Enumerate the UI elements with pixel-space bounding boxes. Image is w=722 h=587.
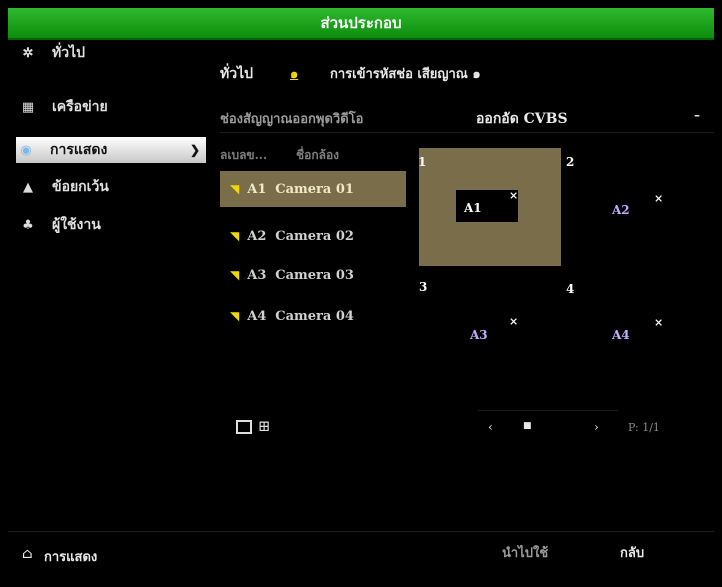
camera-row-a2[interactable]: ◥ A2 Camera 02 xyxy=(220,218,406,254)
sidebar-item-users[interactable]: ♣ ผู้ใช้งาน xyxy=(18,212,198,238)
sidebar-item-label: ผู้ใช้งาน xyxy=(52,217,101,233)
users-icon: ♣ xyxy=(22,217,34,233)
sidebar-item-label: ข้อยกเว้น xyxy=(52,179,109,195)
sidebar-item-label: ทั่วไป xyxy=(52,45,86,61)
chevron-down-icon[interactable]: – xyxy=(694,108,700,122)
remove-icon[interactable]: × xyxy=(509,315,518,328)
eye-icon: ◉ xyxy=(20,142,32,158)
slot-number: 3 xyxy=(419,280,428,294)
sidebar-item-display[interactable]: ◉ การแสดง ❯ xyxy=(16,137,212,163)
prev-page-icon[interactable]: ‹ xyxy=(488,420,493,434)
camera-row-a4[interactable]: ◥ A4 Camera 04 xyxy=(220,298,406,334)
back-button[interactable]: กลับ xyxy=(620,542,644,563)
chevron-right-icon: ❯ xyxy=(189,143,200,157)
divider xyxy=(220,132,714,133)
tab-encoding[interactable]: การเข้ารหัสช่อ เสียญาณ ๑ xyxy=(330,63,481,84)
camera-icon: ◥ xyxy=(230,229,240,243)
camera-tile-label: A2 xyxy=(612,203,630,217)
sidebar-item-label: การแสดง xyxy=(50,142,108,158)
video-output-select[interactable]: ออกอัด CVBS xyxy=(476,108,568,130)
window-title: ส่วนประกอบ xyxy=(8,8,714,40)
camera-tile-label: A1 xyxy=(464,201,482,215)
single-view-icon[interactable] xyxy=(236,420,252,434)
tab-indicator[interactable]: ๑ xyxy=(290,63,298,84)
window: ส่วนประกอบ ✲ ทั่วไป ▦ เครือข่าย ◉ การแสด… xyxy=(0,0,722,587)
tab-general[interactable]: ทั่วไป xyxy=(220,63,253,85)
camera-row-a3[interactable]: ◥ A3 Camera 03 xyxy=(220,257,406,293)
slot-number: 4 xyxy=(566,282,575,296)
sidebar-item-general[interactable]: ✲ ทั่วไป xyxy=(18,40,198,66)
quad-view-icon[interactable]: ⊞ xyxy=(258,419,271,434)
network-icon: ▦ xyxy=(21,99,35,115)
bottom-bar: ⌂ การแสดง นำไปใช้ กลับ xyxy=(8,531,714,578)
pager-divider xyxy=(478,410,618,411)
footer-location: การแสดง xyxy=(44,550,98,565)
warning-icon: ▲ xyxy=(23,179,33,195)
camera-tile-label: A4 xyxy=(612,328,630,342)
slot-number: 2 xyxy=(566,155,575,169)
sidebar-item-label: เครือข่าย xyxy=(52,99,108,115)
sidebar-item-network[interactable]: ▦ เครือข่าย xyxy=(18,94,198,120)
camera-icon: ◥ xyxy=(230,309,240,323)
camera-row-a1[interactable]: ◥ A1 Camera 01 xyxy=(220,171,406,207)
gear-icon: ✲ xyxy=(22,45,34,61)
camera-tile-label: A3 xyxy=(470,328,488,342)
stop-icon[interactable]: ■ xyxy=(523,421,532,431)
sidebar: ✲ ทั่วไป ▦ เครือข่าย ◉ การแสดง ❯ ▲ ข้อยก… xyxy=(8,40,212,577)
video-output-label: ช่องสัญญาณออกพุดวิดีโอ xyxy=(220,112,364,127)
remove-icon[interactable]: × xyxy=(654,192,663,205)
apply-button[interactable]: นำไปใช้ xyxy=(502,542,548,563)
main-panel: ทั่วไป ๑ การเข้ารหัสช่อ เสียญาณ ๑ ช่องสั… xyxy=(206,40,714,577)
column-name: ชื่อกล้อง xyxy=(296,148,340,162)
remove-icon[interactable]: × xyxy=(509,189,518,202)
next-page-icon[interactable]: › xyxy=(594,420,599,434)
sidebar-item-exceptions[interactable]: ▲ ข้อยกเว้น xyxy=(18,174,198,200)
slot-number: 1 xyxy=(418,155,427,169)
page-indicator: P: 1/1 xyxy=(628,421,660,434)
remove-icon[interactable]: × xyxy=(654,316,663,329)
column-number: ลเบลข... xyxy=(220,148,268,162)
home-icon[interactable]: ⌂ xyxy=(22,546,33,562)
camera-icon: ◥ xyxy=(230,182,240,196)
camera-icon: ◥ xyxy=(230,268,240,282)
